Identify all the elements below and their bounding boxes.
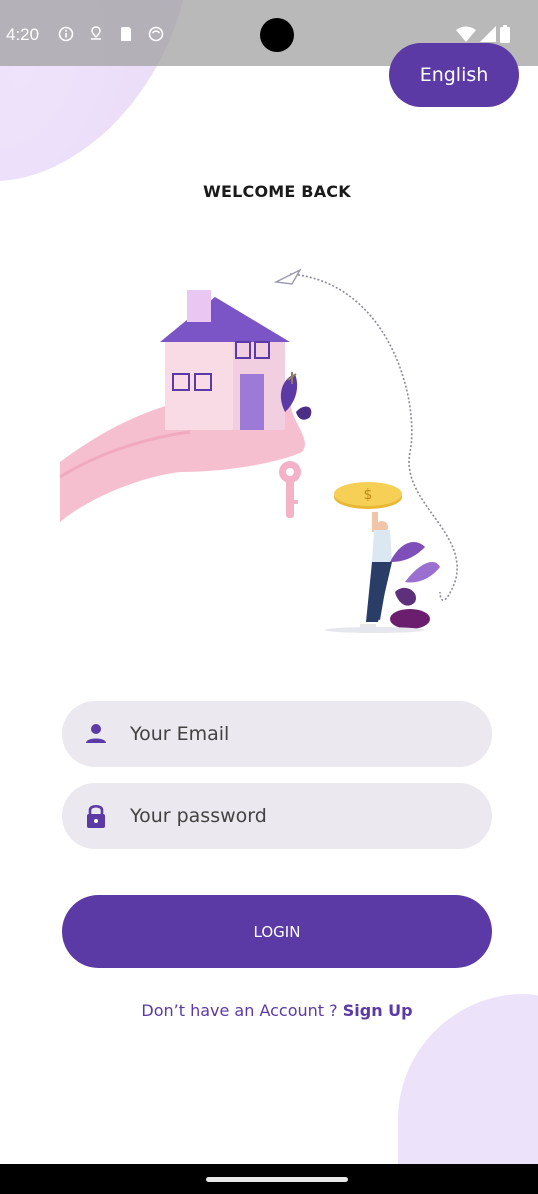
- signup-link[interactable]: Sign Up: [343, 1001, 413, 1020]
- email-field[interactable]: [62, 701, 492, 767]
- home-gesture-handle[interactable]: [206, 1177, 348, 1182]
- location-pin-icon: [91, 26, 101, 40]
- login-button[interactable]: LOGIN: [62, 895, 492, 968]
- status-icons-right: [456, 25, 510, 43]
- password-input[interactable]: [128, 804, 452, 828]
- status-time: 4:20: [6, 25, 40, 44]
- wifi-icon: [456, 26, 476, 42]
- lock-icon: [84, 804, 108, 828]
- camera-cutout: [260, 18, 294, 52]
- status-icons-left: [58, 26, 164, 42]
- password-field[interactable]: [62, 783, 492, 849]
- signal-icon: [480, 26, 496, 42]
- decorative-blob-bottom: [398, 994, 538, 1174]
- signup-row: Don’t have an Account ? Sign Up: [0, 1001, 538, 1020]
- signup-prompt: Don’t have an Account ?: [141, 1001, 343, 1020]
- cloud-icon: [148, 26, 164, 42]
- battery-icon: [500, 25, 510, 43]
- system-nav-bar: [0, 1164, 538, 1194]
- person-icon: [84, 722, 108, 746]
- email-input[interactable]: [128, 722, 452, 746]
- language-button[interactable]: English: [389, 43, 519, 107]
- svg-text:$: $: [364, 487, 373, 503]
- page-title: WELCOME BACK: [203, 182, 351, 201]
- login-screen: 4:20 English WELCOME BACK $ Your Email L…: [0, 0, 538, 1194]
- sd-card-icon: [121, 27, 131, 41]
- house-key-illustration: $: [60, 268, 458, 633]
- info-icon: [58, 26, 74, 42]
